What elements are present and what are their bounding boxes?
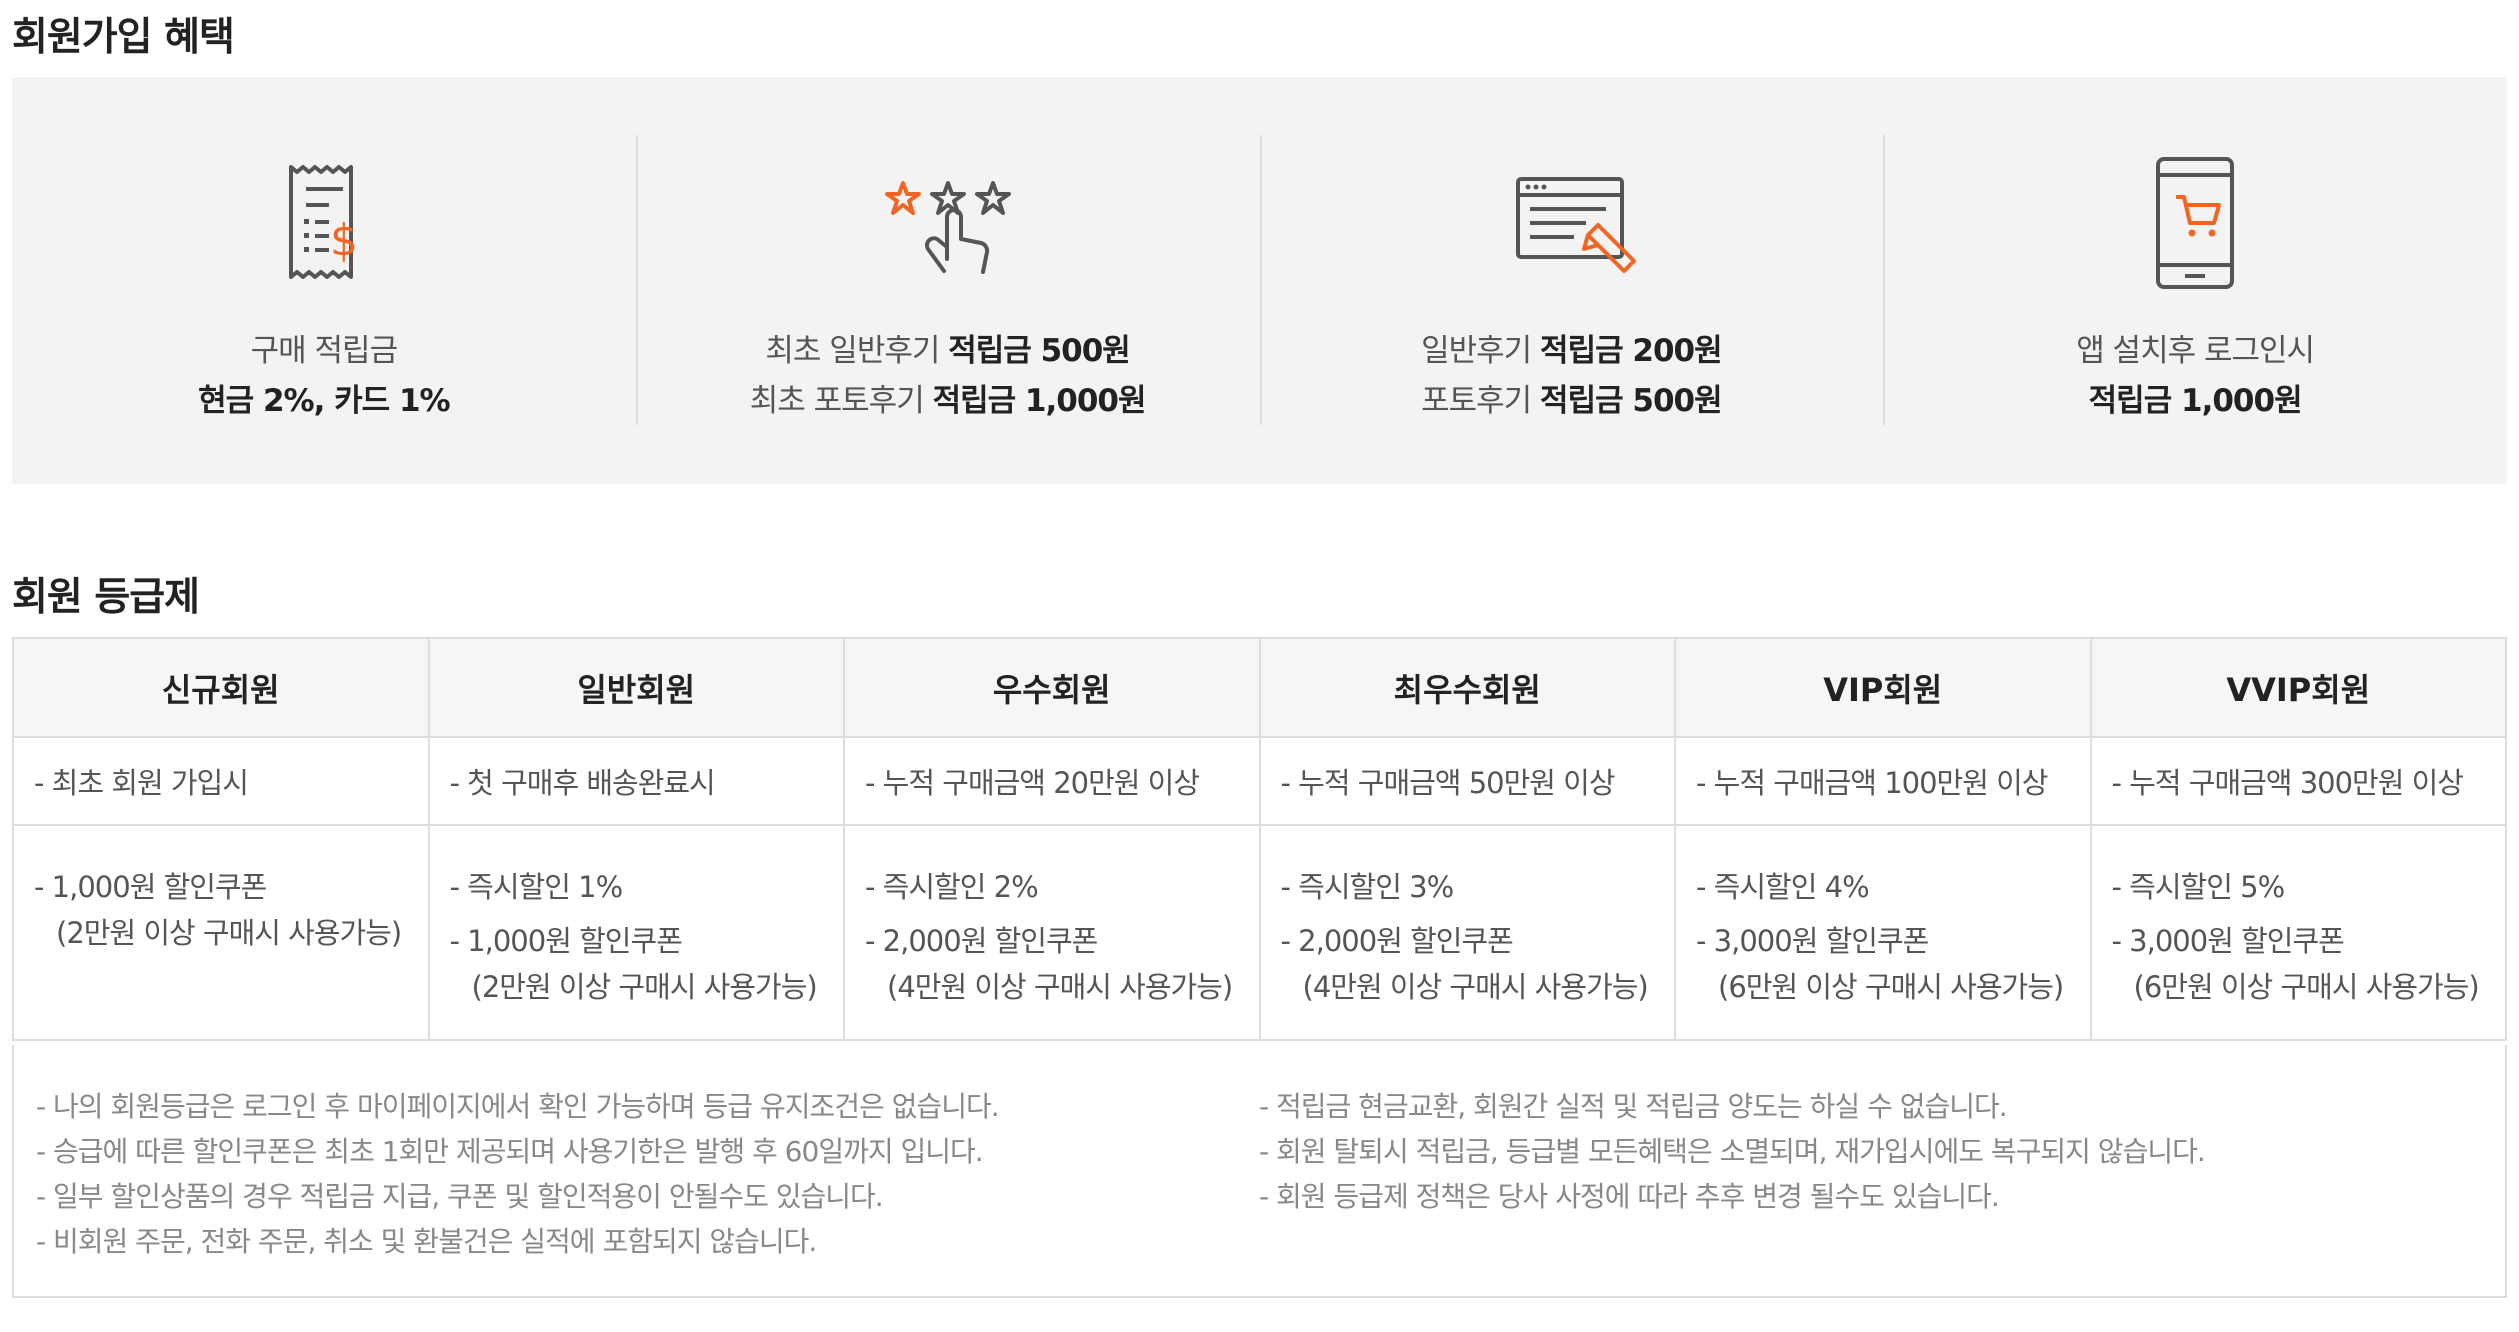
benefit-item: - 즉시할인 5%: [2111, 870, 2286, 904]
grade-condition: - 첫 구매후 배송완료시: [427, 736, 845, 826]
review-write-icon: [1516, 177, 1637, 273]
benefit-line1: 앱 설치후 로그인시: [2076, 333, 2315, 369]
grade-condition: - 누적 구매금액 20만원 이상: [843, 736, 1261, 826]
page: 회원가입 혜택 $ 구매 적립금 현금 2%, 카드 1% 최초 일반후기 적립…: [0, 0, 2519, 1332]
benefit-item: - 즉시할인 1%: [449, 870, 624, 904]
benefit-item: - 1,000원 할인쿠폰: [34, 870, 267, 904]
grade-benefits: - 즉시할인 2% - 2,000원 할인쿠폰 (4만원 이상 구매시 사용가능…: [843, 824, 1261, 1041]
svg-text:$: $: [330, 215, 358, 266]
note-item: - 회원 등급제 정책은 당사 사정에 따라 추후 변경 될수도 있습니다.: [1259, 1180, 2000, 1213]
grade-table: 신규회원 일반회원 우수회원 최우수회원 VIP회원 VVIP회원 - 최초 회…: [12, 637, 2507, 1041]
grade-benefits: - 즉시할인 3% - 2,000원 할인쿠폰 (4만원 이상 구매시 사용가능…: [1258, 824, 1676, 1041]
note-item: - 승급에 따른 할인쿠폰은 최초 1회만 제공되며 사용기한은 발행 후 60…: [36, 1135, 984, 1168]
grade-condition: - 누적 구매금액 300만원 이상: [2089, 736, 2507, 826]
benefit-purchase-points: $ 구매 적립금 현금 2%, 카드 1%: [12, 77, 636, 484]
grade-condition: - 최초 회원 가입시: [12, 736, 430, 826]
grade-title: 회원 등급제: [12, 575, 200, 620]
grade-benefits: - 즉시할인 1% - 1,000원 할인쿠폰 (2만원 이상 구매시 사용가능…: [427, 824, 845, 1041]
benefit-app-login-points: 앱 설치후 로그인시 적립금 1,000원: [1883, 77, 2507, 484]
receipt-icon: $: [288, 165, 358, 279]
grade-name: VVIP회원: [2089, 637, 2507, 738]
note-item: - 비회원 주문, 전화 주문, 취소 및 환불건은 실적에 포함되지 않습니다…: [36, 1225, 817, 1258]
grade-benefits: - 즉시할인 4% - 3,000원 할인쿠폰 (6만원 이상 구매시 사용가능…: [1674, 824, 2092, 1041]
benefit-line2: 최초 포토후기 적립금 1,000원: [749, 383, 1147, 419]
note-item: - 나의 회원등급은 로그인 후 마이페이지에서 확인 가능하며 등급 유지조건…: [36, 1090, 1000, 1123]
benefit-item-note: (2만원 이상 구매시 사용가능): [471, 970, 818, 1004]
grade-condition-row: - 최초 회원 가입시 - 첫 구매후 배송완료시 - 누적 구매금액 20만원…: [12, 736, 2507, 826]
benefit-item: - 즉시할인 2%: [865, 870, 1039, 904]
benefit-item: - 1,000원 할인쿠폰: [449, 924, 683, 958]
benefit-item: - 2,000원 할인쿠폰: [1280, 924, 1514, 958]
note-item: - 일부 할인상품의 경우 적립금 지급, 쿠폰 및 할인적용이 안될수도 있습…: [36, 1180, 884, 1213]
benefits-title: 회원가입 혜택: [12, 15, 235, 60]
benefit-line2: 적립금 1,000원: [2088, 383, 2303, 419]
benefit-item-note: (4만원 이상 구매시 사용가능): [1302, 970, 1649, 1004]
benefit-item-note: (6만원 이상 구매시 사용가능): [2133, 970, 2480, 1004]
benefit-line1: 구매 적립금: [250, 333, 398, 369]
benefit-item-note: (2만원 이상 구매시 사용가능): [56, 916, 402, 950]
grade-condition: - 누적 구매금액 100만원 이상: [1674, 736, 2092, 826]
benefit-item: - 3,000원 할인쿠폰: [2111, 924, 2345, 958]
benefit-item: - 2,000원 할인쿠폰: [865, 924, 1098, 958]
grade-benefit-row: - 1,000원 할인쿠폰 (2만원 이상 구매시 사용가능) - 즉시할인 1…: [12, 824, 2507, 1041]
benefit-item-note: (4만원 이상 구매시 사용가능): [887, 970, 1233, 1004]
grade-condition: - 누적 구매금액 50만원 이상: [1258, 736, 1676, 826]
note-item: - 회원 탈퇴시 적립금, 등급별 모든혜택은 소멸되며, 재가입시에도 복구되…: [1259, 1135, 2206, 1168]
benefit-line2: 포토후기 적립금 500원: [1421, 383, 1723, 419]
grade-header-row: 신규회원 일반회원 우수회원 최우수회원 VIP회원 VVIP회원: [12, 637, 2507, 738]
grade-name: VIP회원: [1674, 637, 2092, 738]
note-item: - 적립금 현금교환, 회원간 실적 및 적립금 양도는 하실 수 없습니다.: [1259, 1090, 2008, 1123]
benefit-item: - 즉시할인 4%: [1696, 870, 1870, 904]
benefit-item-note: (6만원 이상 구매시 사용가능): [1718, 970, 2064, 1004]
benefit-review-points: 일반후기 적립금 200원 포토후기 적립금 500원: [1259, 77, 1884, 484]
notes-right: - 적립금 현금교환, 회원간 실적 및 적립금 양도는 하실 수 없습니다. …: [1259, 1085, 2206, 1220]
benefit-item: - 3,000원 할인쿠폰: [1696, 924, 1929, 958]
benefit-line1: 최초 일반후기 적립금 500원: [765, 333, 1130, 369]
grade-benefits: - 즉시할인 5% - 3,000원 할인쿠폰 (6만원 이상 구매시 사용가능…: [2089, 824, 2507, 1041]
mobile-cart-icon: [2156, 157, 2235, 289]
grade-notes: - 나의 회원등급은 로그인 후 마이페이지에서 확인 가능하며 등급 유지조건…: [12, 1045, 2507, 1298]
notes-left: - 나의 회원등급은 로그인 후 마이페이지에서 확인 가능하며 등급 유지조건…: [36, 1085, 1000, 1265]
benefits-box: $ 구매 적립금 현금 2%, 카드 1% 최초 일반후기 적립금 500원 최…: [12, 77, 2507, 484]
benefit-first-review-points: 최초 일반후기 적립금 500원 최초 포토후기 적립금 1,000원: [635, 77, 1260, 484]
star-rating-icon: [884, 181, 1011, 274]
benefit-item: - 즉시할인 3%: [1280, 870, 1455, 904]
grade-name: 신규회원: [12, 637, 430, 738]
benefit-line2: 현금 2%, 카드 1%: [198, 383, 450, 419]
grade-name: 우수회원: [843, 637, 1261, 738]
benefit-line1: 일반후기 적립금 200원: [1421, 333, 1723, 369]
grade-name: 최우수회원: [1258, 637, 1676, 738]
grade-name: 일반회원: [427, 637, 845, 738]
grade-benefits: - 1,000원 할인쿠폰 (2만원 이상 구매시 사용가능): [12, 824, 430, 1041]
